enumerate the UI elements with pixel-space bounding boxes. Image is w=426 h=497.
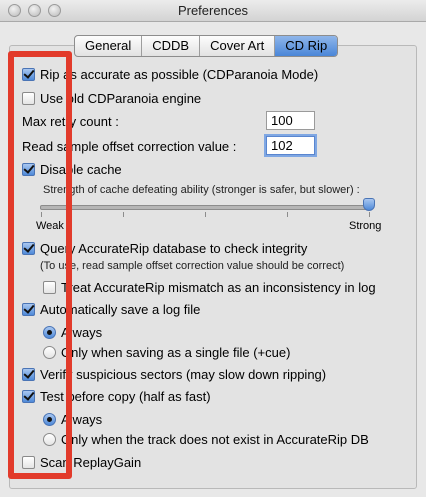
treat-mismatch-label: Treat AccurateRip mismatch as an inconsi… xyxy=(61,280,376,295)
slider-tick xyxy=(123,212,124,217)
max-retry-label: Max retry count : xyxy=(22,114,119,129)
query-accuraterip-label: Query AccurateRip database to check inte… xyxy=(40,241,308,256)
test-not-in-db-radio[interactable] xyxy=(43,433,56,446)
test-always-option[interactable]: Always xyxy=(43,412,102,427)
max-retry-field[interactable]: 100 xyxy=(266,111,315,130)
old-engine-checkbox[interactable] xyxy=(22,92,35,105)
query-accuraterip-checkbox[interactable] xyxy=(22,242,35,255)
auto-log-checkbox[interactable] xyxy=(22,303,35,316)
test-before-copy-option[interactable]: Test before copy (half as fast) xyxy=(22,389,211,404)
verify-sectors-option[interactable]: Verify suspicious sectors (may slow down… xyxy=(22,367,326,382)
cache-strength-knob[interactable] xyxy=(363,198,375,211)
test-not-in-db-label: Only when the track does not exist in Ac… xyxy=(61,432,369,447)
log-single-file-radio[interactable] xyxy=(43,346,56,359)
tab-cddb[interactable]: CDDB xyxy=(142,36,201,56)
slider-max-label: Strong xyxy=(349,220,382,232)
log-single-file-option[interactable]: Only when saving as a single file (+cue) xyxy=(43,345,290,360)
cache-strength-label: Strength of cache defeating ability (str… xyxy=(43,184,360,196)
verify-sectors-checkbox[interactable] xyxy=(22,368,35,381)
log-always-option[interactable]: Always xyxy=(43,325,102,340)
verify-sectors-label: Verify suspicious sectors (may slow down… xyxy=(40,367,327,382)
old-engine-option[interactable]: Use old CDParanoia engine xyxy=(22,91,201,106)
disable-cache-option[interactable]: Disable cache xyxy=(22,162,122,177)
log-always-radio[interactable] xyxy=(43,326,56,339)
slider-tick xyxy=(205,212,206,217)
test-before-copy-checkbox[interactable] xyxy=(22,390,35,403)
auto-log-option[interactable]: Automatically save a log file xyxy=(22,302,200,317)
query-accuraterip-note: (To use, read sample offset correction v… xyxy=(40,260,345,272)
auto-log-label: Automatically save a log file xyxy=(40,302,201,317)
slider-min-label: Weak xyxy=(36,220,64,232)
tab-general[interactable]: General xyxy=(75,36,143,56)
old-engine-label: Use old CDParanoia engine xyxy=(40,91,202,106)
cache-strength-track[interactable] xyxy=(40,205,372,210)
scan-replaygain-checkbox[interactable] xyxy=(22,456,35,469)
window-title: Preferences xyxy=(177,3,249,18)
title-bar: Preferences xyxy=(0,0,426,22)
offset-field[interactable]: 102 xyxy=(266,136,315,155)
rip-accurate-label: Rip as accurate as possible (CDParanoia … xyxy=(40,67,319,82)
tab-bar: General CDDB Cover Art CD Rip xyxy=(74,35,339,57)
rip-accurate-option[interactable]: Rip as accurate as possible (CDParanoia … xyxy=(22,67,318,82)
treat-mismatch-option[interactable]: Treat AccurateRip mismatch as an inconsi… xyxy=(43,280,376,295)
query-accuraterip-option[interactable]: Query AccurateRip database to check inte… xyxy=(22,241,307,256)
disable-cache-checkbox[interactable] xyxy=(22,163,35,176)
tab-cd-rip[interactable]: CD Rip xyxy=(275,36,338,56)
treat-mismatch-checkbox[interactable] xyxy=(43,281,56,294)
scan-replaygain-label: Scan ReplayGain xyxy=(40,455,142,470)
scan-replaygain-option[interactable]: Scan ReplayGain xyxy=(22,455,141,470)
test-always-radio[interactable] xyxy=(43,413,56,426)
disable-cache-label: Disable cache xyxy=(40,162,122,177)
rip-accurate-checkbox[interactable] xyxy=(22,68,35,81)
test-before-copy-label: Test before copy (half as fast) xyxy=(40,389,211,404)
offset-label: Read sample offset correction value : xyxy=(22,139,237,154)
test-always-label: Always xyxy=(61,412,103,427)
tab-cover-art[interactable]: Cover Art xyxy=(200,36,276,56)
slider-tick xyxy=(369,212,370,217)
log-always-label: Always xyxy=(61,325,103,340)
log-single-file-label: Only when saving as a single file (+cue) xyxy=(61,345,291,360)
slider-tick xyxy=(287,212,288,217)
slider-tick xyxy=(41,212,42,217)
test-not-in-db-option[interactable]: Only when the track does not exist in Ac… xyxy=(43,432,369,447)
